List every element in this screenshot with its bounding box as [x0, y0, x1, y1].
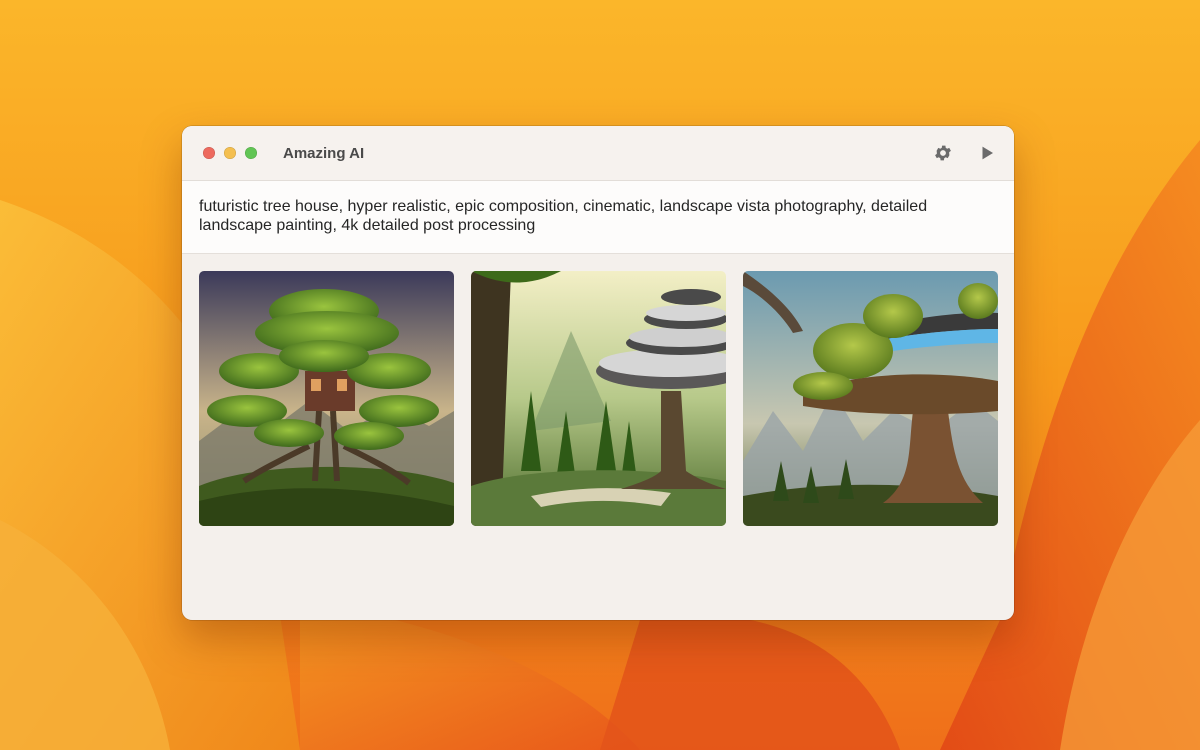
close-button[interactable] [203, 147, 215, 159]
title-bar: Amazing AI [182, 126, 1014, 181]
play-icon [982, 146, 993, 160]
tree-house-image-3 [743, 271, 998, 526]
generated-image-2[interactable] [471, 271, 726, 526]
window-controls [203, 147, 257, 159]
minimize-button[interactable] [224, 147, 236, 159]
tree-house-image-2 [471, 271, 726, 526]
tree-house-image-1 [199, 271, 454, 526]
prompt-text: futuristic tree house, hyper realistic, … [199, 198, 928, 234]
maximize-button[interactable] [245, 147, 257, 159]
generated-image-3[interactable] [743, 271, 998, 526]
prompt-field[interactable]: futuristic tree house, hyper realistic, … [182, 181, 1014, 254]
run-button[interactable] [976, 142, 998, 164]
gear-icon [935, 145, 951, 161]
window-title: Amazing AI [283, 144, 365, 162]
app-window: Amazing AI futuristic tree house, hyper … [182, 126, 1014, 620]
settings-button[interactable] [932, 142, 954, 164]
image-gallery [182, 254, 1014, 526]
toolbar [932, 126, 998, 180]
desktop: Amazing AI futuristic tree house, hyper … [0, 0, 1200, 750]
generated-image-1[interactable] [199, 271, 454, 526]
